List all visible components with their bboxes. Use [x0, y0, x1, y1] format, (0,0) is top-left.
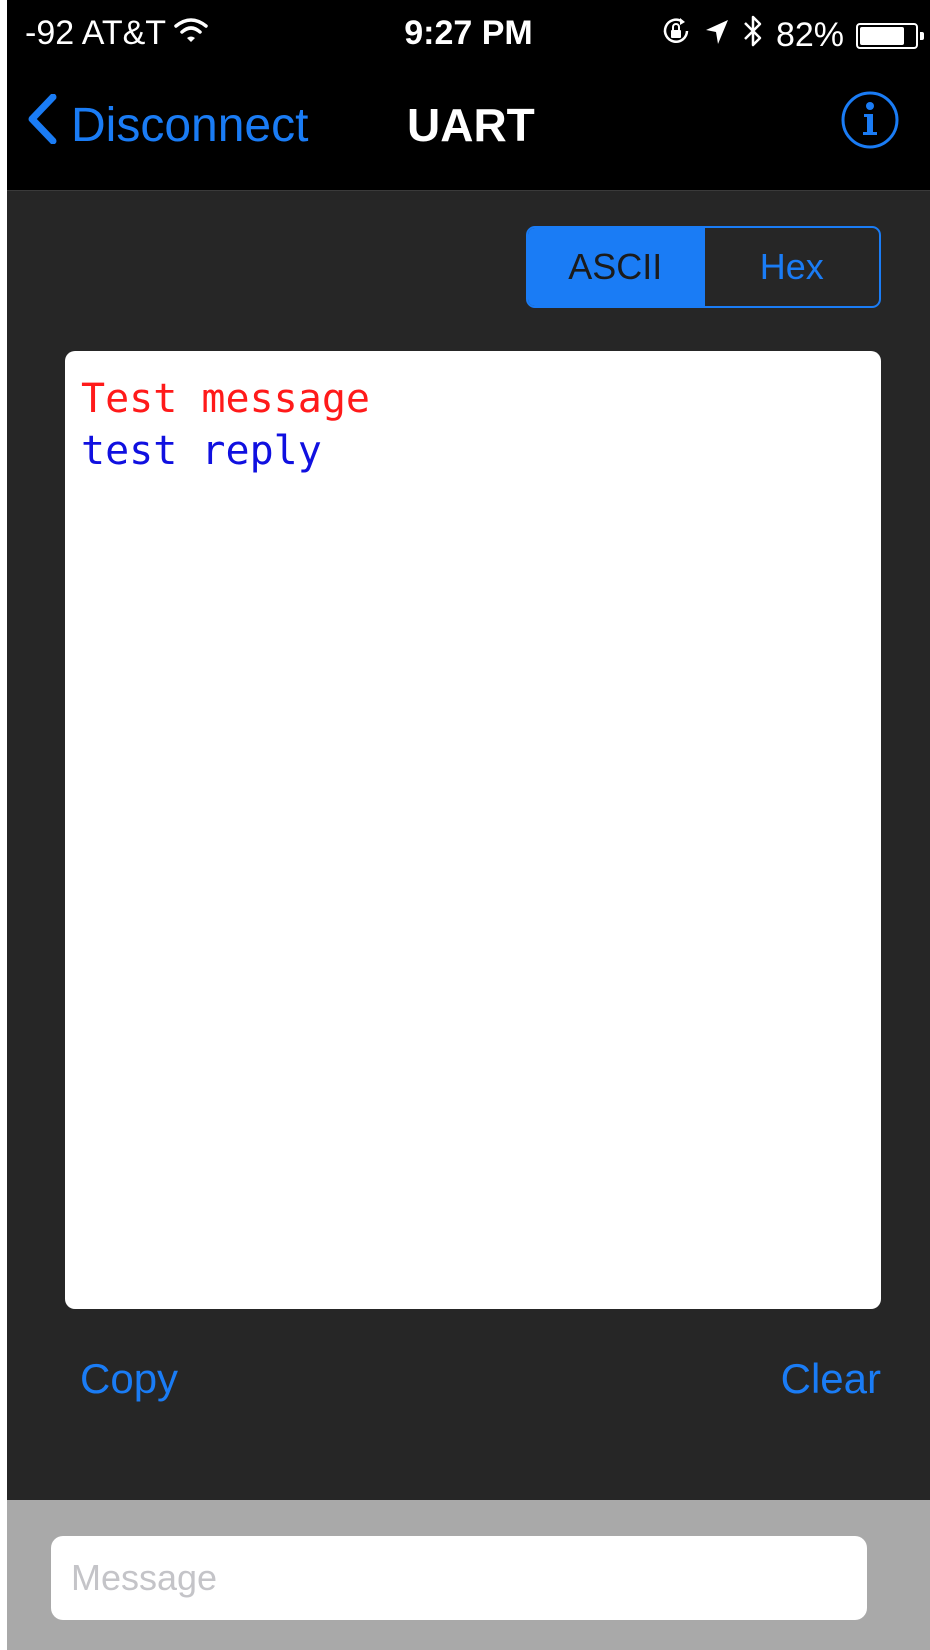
location-arrow-icon: [704, 16, 730, 55]
rotation-lock-icon: [660, 15, 692, 56]
format-segmented-control: ASCII Hex: [526, 226, 881, 308]
console-output[interactable]: Test message test reply: [65, 351, 881, 1309]
info-button[interactable]: [840, 90, 900, 150]
app-screen: -92 AT&T 9:27 PM 82% Disconnect UART ASC…: [0, 0, 930, 1650]
battery-level-fill: [860, 26, 904, 45]
disconnect-button[interactable]: Disconnect: [27, 93, 309, 156]
info-icon: [840, 91, 900, 154]
disconnect-label: Disconnect: [71, 98, 309, 152]
message-input-bar: [7, 1500, 930, 1650]
segment-ascii[interactable]: ASCII: [528, 228, 703, 306]
navigation-bar: Disconnect UART: [7, 64, 930, 191]
received-message-line: test reply: [81, 428, 322, 474]
message-input[interactable]: [51, 1536, 867, 1620]
sent-message-line: Test message: [81, 376, 370, 422]
clear-button[interactable]: Clear: [781, 1355, 881, 1403]
segment-hex[interactable]: Hex: [702, 228, 880, 306]
uart-view: -92 AT&T 9:27 PM 82% Disconnect UART ASC…: [7, 0, 930, 1650]
bluetooth-icon: [742, 14, 764, 57]
status-right: 82%: [660, 14, 924, 57]
battery-icon: [856, 22, 924, 49]
copy-button[interactable]: Copy: [80, 1355, 178, 1403]
page-title: UART: [407, 99, 535, 151]
battery-tip: [920, 31, 924, 40]
status-bar: -92 AT&T 9:27 PM 82%: [7, 0, 930, 64]
chevron-left-icon: [27, 93, 57, 156]
battery-percent: 82%: [775, 16, 844, 54]
